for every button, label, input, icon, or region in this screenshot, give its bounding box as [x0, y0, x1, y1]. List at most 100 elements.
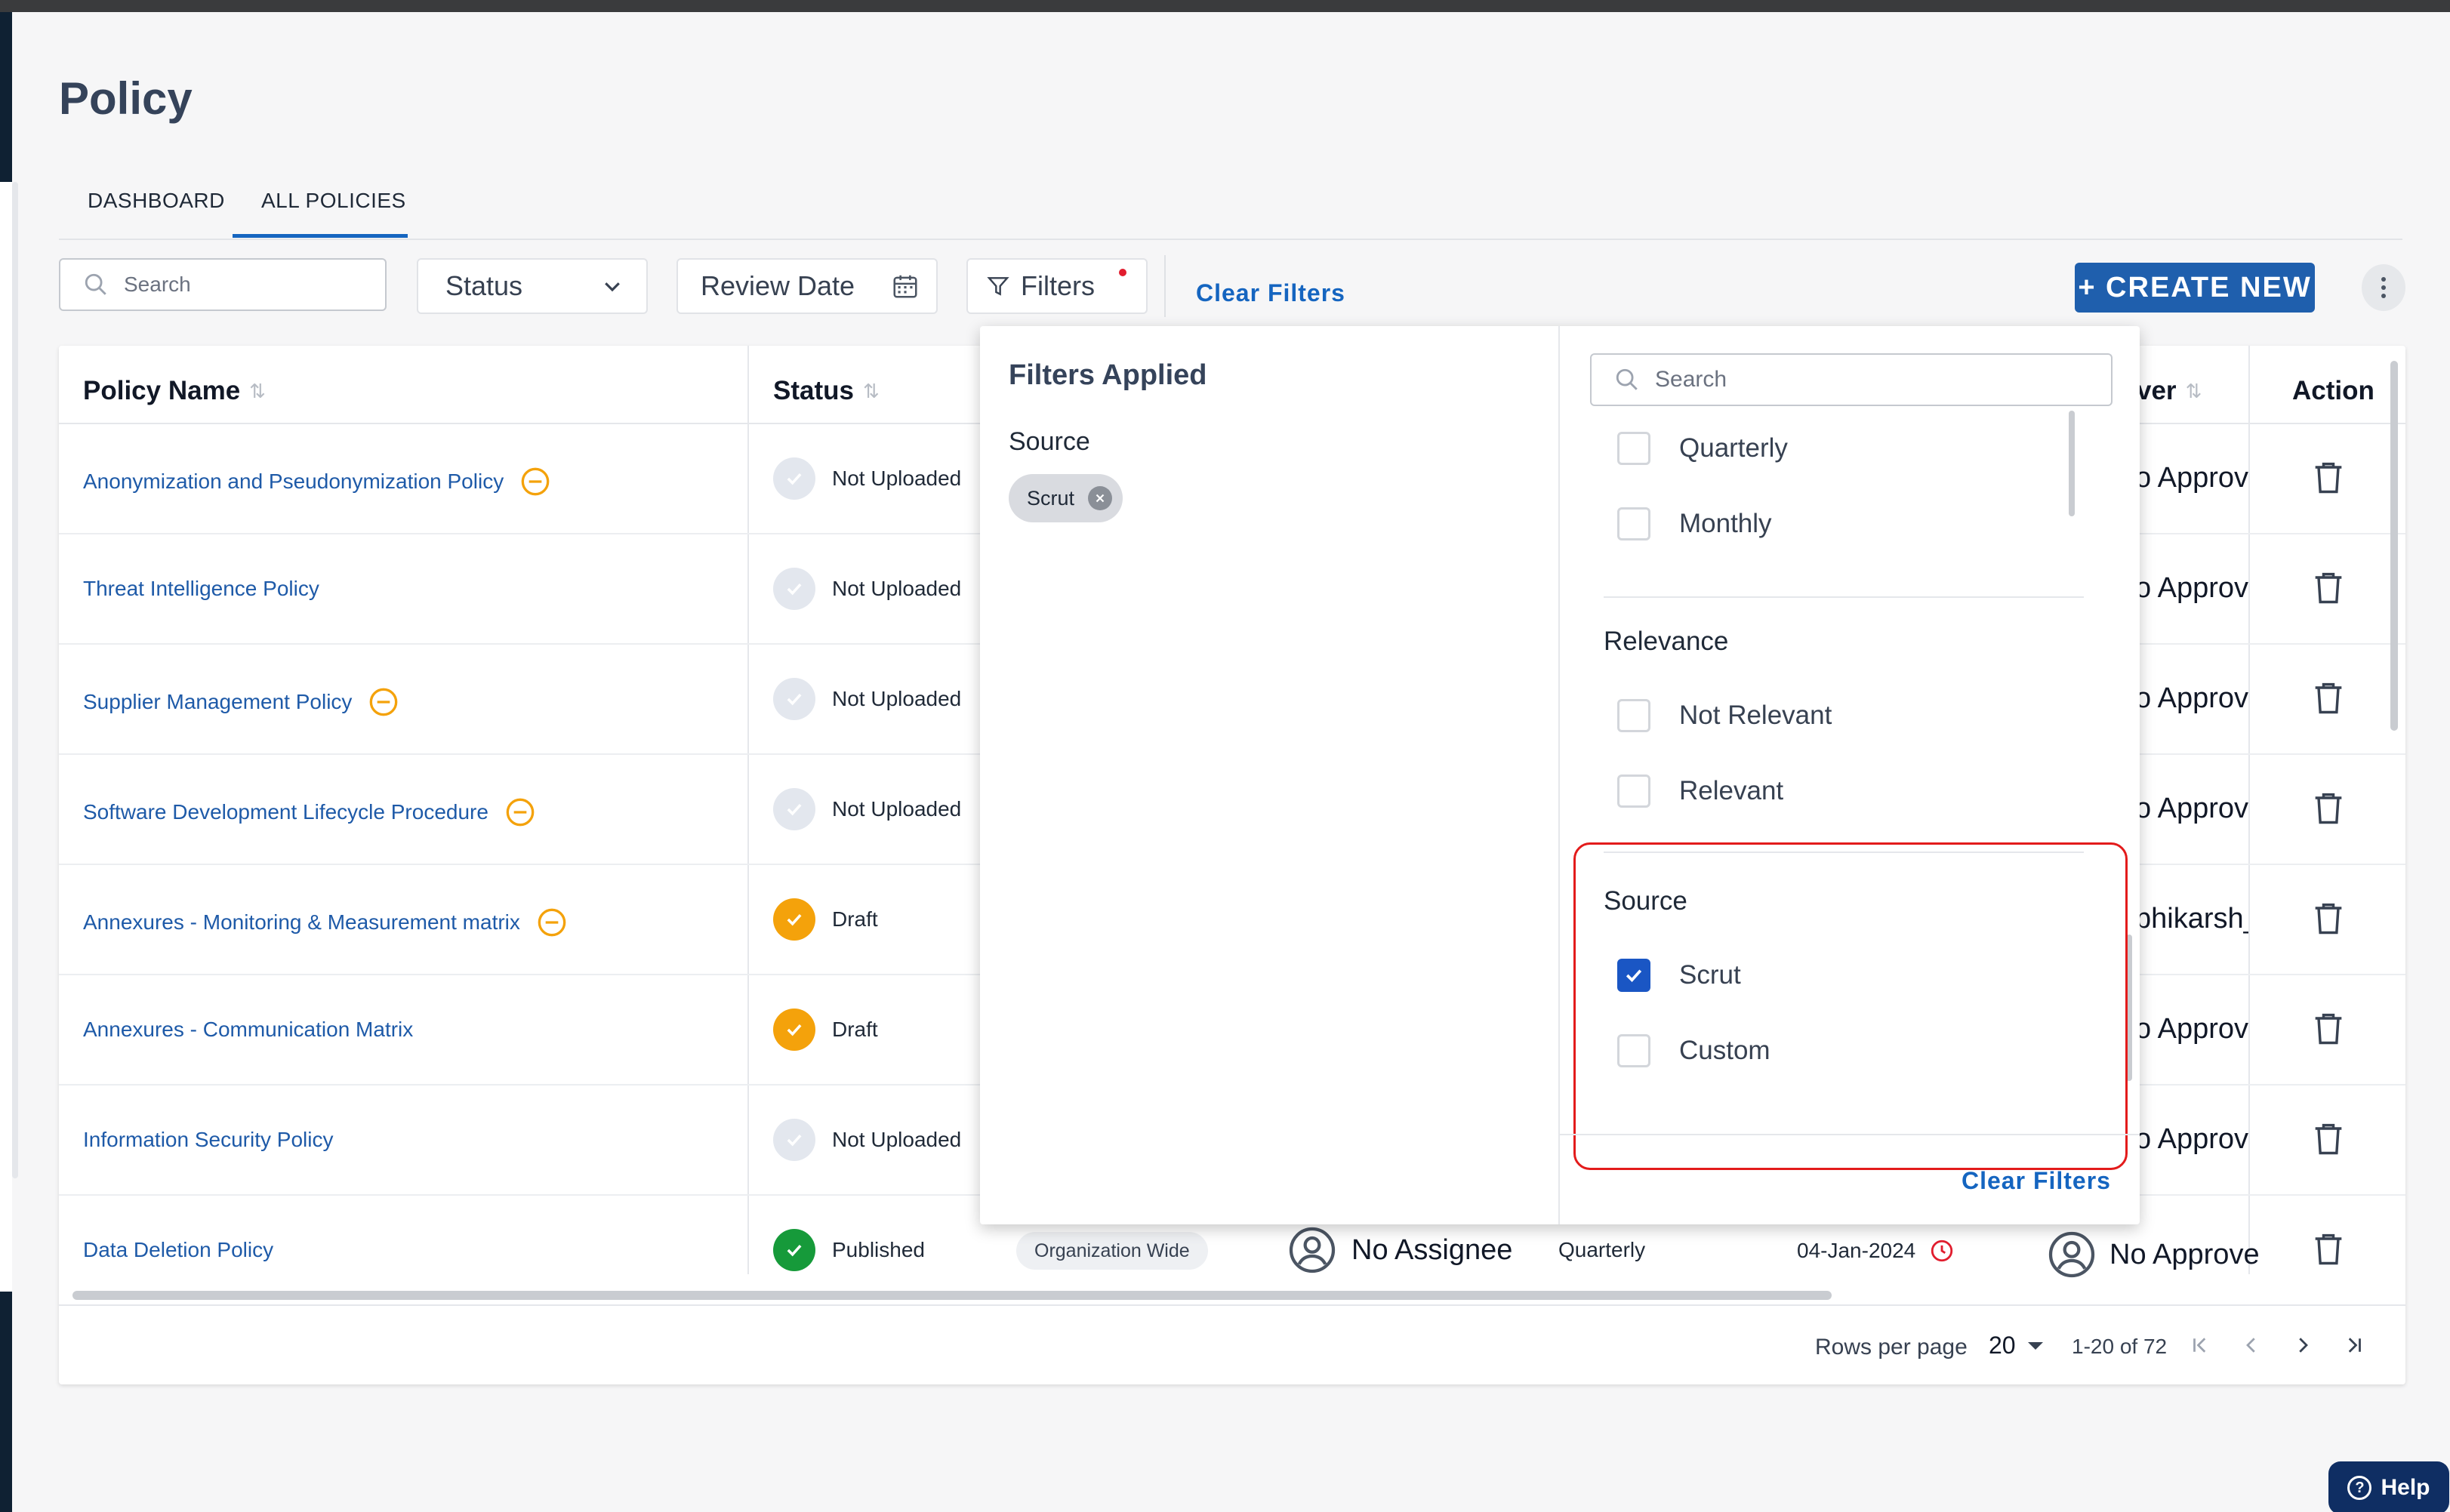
filter-option-monthly[interactable]: Monthly: [1617, 507, 1772, 540]
rows-per-page-select[interactable]: 20: [1989, 1332, 2043, 1360]
option-label: Not Relevant: [1679, 701, 1832, 730]
approver-cell: o Approve: [2135, 1013, 2248, 1045]
policy-name-link[interactable]: Threat Intelligence Policy: [83, 577, 319, 601]
column-header-status[interactable]: Status ⇅: [773, 376, 880, 406]
footer-divider: [1560, 1134, 2140, 1135]
policy-name-cell[interactable]: Information Security Policy: [83, 1128, 333, 1152]
checkbox[interactable]: [1617, 432, 1650, 465]
clear-filters-link[interactable]: Clear Filters: [1196, 279, 1345, 307]
search-input[interactable]: Search: [59, 258, 387, 311]
filter-option-not-relevant[interactable]: Not Relevant: [1617, 699, 1832, 732]
help-button[interactable]: ? Help: [2328, 1461, 2449, 1512]
rows-per-page-value: 20: [1989, 1332, 2016, 1359]
frequency-cell: Quarterly: [1558, 1238, 1646, 1261]
column-header-approver[interactable]: ver ⇅: [2137, 376, 2202, 406]
popup-clear-filters-link[interactable]: Clear Filters: [1962, 1167, 2111, 1195]
delete-icon[interactable]: [2309, 457, 2348, 497]
tab-bar: DASHBOARD ALL POLICIES: [59, 177, 2402, 240]
checkbox[interactable]: [1617, 774, 1650, 808]
filters-button[interactable]: Filters: [966, 258, 1148, 314]
policy-name-cell[interactable]: Threat Intelligence Policy: [83, 577, 319, 601]
approver-name: No Approve: [2109, 1238, 2260, 1270]
policy-name-link[interactable]: Anonymization and Pseudonymization Polic…: [83, 470, 504, 494]
filter-search-input[interactable]: Search: [1590, 353, 2113, 406]
filter-option-quarterly[interactable]: Quarterly: [1617, 432, 1788, 465]
sort-icon[interactable]: ⇅: [863, 380, 880, 403]
checkbox[interactable]: [1617, 507, 1650, 540]
sort-icon[interactable]: ⇅: [249, 380, 266, 403]
review-date-picker[interactable]: Review Date: [676, 258, 938, 314]
delete-icon[interactable]: [2309, 1009, 2348, 1048]
approver-cell: o Approve: [2135, 1123, 2248, 1155]
nav-edge-top: [0, 12, 12, 182]
policy-name-link[interactable]: Data Deletion Policy: [83, 1238, 273, 1262]
policy-name-cell[interactable]: Supplier Management Policy: [83, 687, 399, 717]
nav-edge-bottom: [0, 1292, 12, 1512]
column-header-policy-name[interactable]: Policy Name ⇅: [83, 376, 266, 406]
minus-circle-icon: [538, 908, 566, 937]
delete-icon[interactable]: [2309, 1229, 2348, 1268]
page-title: Policy: [59, 73, 193, 124]
delete-icon[interactable]: [2309, 788, 2348, 827]
delete-icon[interactable]: [2309, 1119, 2348, 1158]
check-circle-icon: [773, 1009, 815, 1051]
status-dropdown-label: Status: [445, 270, 523, 301]
first-page-icon[interactable]: [2185, 1329, 2215, 1362]
policy-name-cell[interactable]: Data Deletion Policy: [83, 1238, 273, 1262]
more-options-icon[interactable]: [2362, 264, 2405, 311]
status-cell: Published: [773, 1229, 925, 1271]
option-label: Monthly: [1679, 509, 1772, 538]
checkbox[interactable]: [1617, 699, 1650, 732]
help-label: Help: [2381, 1475, 2430, 1500]
sort-icon[interactable]: ⇅: [2186, 380, 2202, 403]
status-cell: Not Uploaded: [773, 788, 961, 830]
close-icon[interactable]: [1088, 486, 1113, 510]
filter-option-relevant[interactable]: Relevant: [1617, 774, 1783, 808]
column-header-action: Action: [2292, 376, 2374, 406]
options-scrollbar[interactable]: [2069, 411, 2075, 516]
approver-cell: o Approve: [2135, 572, 2248, 604]
assignee-cell: No Assignee: [1288, 1226, 1512, 1274]
delete-icon[interactable]: [2309, 678, 2348, 717]
minus-circle-icon: [506, 798, 535, 827]
delete-icon[interactable]: [2309, 568, 2348, 607]
horizontal-scrollbar[interactable]: [72, 1291, 1832, 1300]
policy-name-link[interactable]: Software Development Lifecycle Procedure: [83, 800, 488, 824]
option-label: Quarterly: [1679, 433, 1788, 463]
check-circle-icon: [773, 898, 815, 941]
table-vertical-scrollbar[interactable]: [2390, 361, 2398, 731]
policy-name-cell[interactable]: Anonymization and Pseudonymization Polic…: [83, 467, 550, 497]
policy-name-link[interactable]: Annexures - Monitoring & Measurement mat…: [83, 910, 520, 935]
status-text: Draft: [832, 907, 878, 931]
policy-name-cell[interactable]: Annexures - Communication Matrix: [83, 1018, 413, 1042]
tab-all-policies[interactable]: ALL POLICIES: [261, 189, 406, 213]
assignee-name: No Assignee: [1351, 1233, 1513, 1266]
applied-filter-chip: Scrut: [1009, 474, 1123, 522]
status-cell: Not Uploaded: [773, 457, 961, 500]
search-placeholder: Search: [124, 273, 191, 296]
approver-cell: o Approve: [2135, 462, 2248, 494]
policy-name-cell[interactable]: Annexures - Monitoring & Measurement mat…: [83, 907, 567, 938]
delete-icon[interactable]: [2309, 898, 2348, 938]
status-text: Not Uploaded: [832, 577, 962, 600]
previous-page-icon[interactable]: [2236, 1329, 2267, 1362]
last-page-icon[interactable]: [2339, 1329, 2369, 1362]
page-scrollbar[interactable]: [12, 182, 18, 1178]
policy-name-header-label: Policy Name: [83, 376, 241, 405]
page-content: Policy DASHBOARD ALL POLICIES Search Sta…: [12, 12, 2450, 1512]
approver-cell: No Approve: [2048, 1230, 2260, 1279]
next-page-icon[interactable]: [2288, 1329, 2318, 1362]
policy-name-link[interactable]: Supplier Management Policy: [83, 690, 352, 714]
create-new-button[interactable]: + CREATE NEW: [2075, 263, 2315, 313]
chip-label: Scrut: [1027, 486, 1075, 510]
tab-dashboard[interactable]: DASHBOARD: [88, 189, 225, 213]
check-circle-icon: [773, 788, 815, 830]
policy-name-link[interactable]: Annexures - Communication Matrix: [83, 1018, 413, 1042]
search-icon: [85, 273, 106, 295]
status-dropdown[interactable]: Status: [417, 258, 648, 314]
policy-name-cell[interactable]: Software Development Lifecycle Procedure: [83, 797, 535, 827]
policy-name-link[interactable]: Information Security Policy: [83, 1128, 333, 1152]
filter-icon: [987, 277, 1009, 296]
page-range: 1-20 of 72: [2072, 1335, 2168, 1358]
question-icon: ?: [2347, 1476, 2372, 1500]
